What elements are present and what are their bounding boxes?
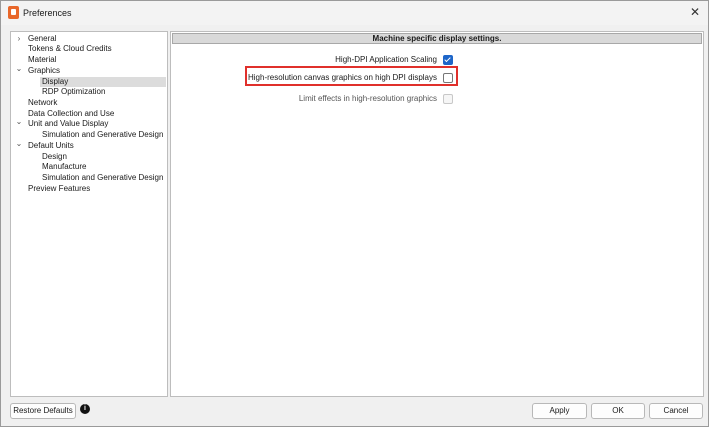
tree-item-simulation-generative-design-units[interactable]: Simulation and Generative Design: [11, 173, 165, 183]
tree-item-label: Manufacture: [42, 162, 87, 171]
tree-item-label: Display: [42, 77, 69, 86]
panel-header: Machine specific display settings.: [172, 33, 702, 44]
tree-item-graphics[interactable]: ⌄ Graphics: [11, 64, 165, 76]
window-title: Preferences: [23, 8, 72, 18]
limit-effects-checkbox[interactable]: [443, 94, 453, 104]
chevron-down-icon[interactable]: ⌄: [15, 64, 23, 74]
restore-defaults-button[interactable]: Restore Defaults: [10, 403, 76, 419]
tree-item-label: Simulation and Generative Design: [42, 173, 164, 182]
tree-item-label: Network: [28, 98, 58, 107]
tree-item-label: Design: [42, 152, 67, 161]
tree-item-tokens[interactable]: Tokens & Cloud Credits: [11, 44, 165, 54]
title-bar: Preferences ✕: [1, 1, 708, 25]
high-dpi-scaling-checkbox[interactable]: [443, 55, 453, 65]
tree-item-rdp-optimization[interactable]: RDP Optimization: [11, 87, 165, 97]
info-icon[interactable]: i: [80, 404, 90, 414]
tree-item-general[interactable]: › General: [11, 34, 165, 44]
tree-item-label: RDP Optimization: [42, 87, 106, 96]
close-icon[interactable]: ✕: [688, 5, 702, 19]
tree-item-label: General: [28, 34, 57, 43]
tree-item-label: Default Units: [28, 141, 74, 150]
tree-item-default-units[interactable]: ⌄ Default Units: [11, 139, 165, 151]
tree-item-label: Preview Features: [28, 184, 91, 193]
chevron-right-icon[interactable]: ›: [15, 34, 23, 44]
tree-item-label: Material: [28, 55, 57, 64]
option-label-high-res-canvas: High-resolution canvas graphics on high …: [248, 73, 437, 82]
cancel-button[interactable]: Cancel: [649, 403, 703, 419]
chevron-down-icon[interactable]: ⌄: [15, 139, 23, 149]
tree-item-display[interactable]: Display: [40, 77, 166, 87]
tree-item-data-collection[interactable]: Data Collection and Use: [11, 109, 165, 119]
tree-item-material[interactable]: Material: [11, 55, 165, 65]
tree-item-preview-features[interactable]: Preview Features: [11, 184, 165, 194]
tree-item-label: Tokens & Cloud Credits: [28, 44, 112, 53]
high-res-canvas-checkbox[interactable]: [443, 73, 453, 83]
tree-item-label: Graphics: [28, 66, 61, 75]
option-label-high-dpi-scaling: High-DPI Application Scaling: [335, 55, 437, 64]
option-label-limit-effects: Limit effects in high-resolution graphic…: [298, 94, 437, 103]
tree-item-network[interactable]: Network: [11, 98, 165, 108]
tree-item-unit-value-display[interactable]: ⌄ Unit and Value Display: [11, 117, 165, 129]
tree-item-manufacture[interactable]: Manufacture: [11, 162, 165, 172]
ok-button[interactable]: OK: [591, 403, 645, 419]
tree-item-simulation-generative-design[interactable]: Simulation and Generative Design: [11, 130, 165, 140]
app-icon: [8, 6, 19, 19]
chevron-down-icon[interactable]: ⌄: [15, 117, 23, 127]
tree-item-design[interactable]: Design: [11, 152, 165, 162]
apply-button[interactable]: Apply: [532, 403, 587, 419]
preferences-tree: › General Tokens & Cloud Credits Materia…: [10, 31, 168, 397]
preferences-window: Preferences ✕ › General Tokens & Cloud C…: [0, 0, 709, 427]
tree-item-label: Unit and Value Display: [28, 119, 109, 128]
tree-item-label: Simulation and Generative Design: [42, 130, 164, 139]
settings-panel: Machine specific display settings. High-…: [170, 31, 704, 397]
tree-item-label: Data Collection and Use: [28, 109, 115, 118]
